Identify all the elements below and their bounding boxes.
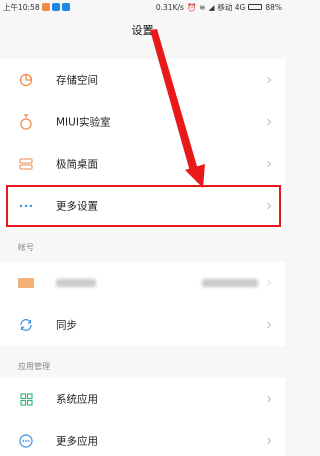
sync-icon [18,317,34,333]
settings-item-more-apps[interactable]: 更多应用 [0,420,285,456]
settings-item-system-apps[interactable]: 系统应用 [0,378,285,420]
notification-icon [41,3,50,11]
chevron-right-icon [265,118,273,126]
status-time: 上午10:58 [3,2,40,12]
battery-icon [248,4,263,10]
annotation-highlight-box [6,185,281,227]
signal-icon: ◢ [208,2,215,12]
status-right: 0.31K/s ⏰ ≋ ◢ 移动 4G 88% [156,2,282,13]
wifi-icon: ≋ [199,2,206,12]
account-item[interactable] [0,262,285,304]
chevron-right-icon [265,160,273,168]
system-apps-icon [18,391,34,407]
section-header-account: 帐号 [0,236,285,258]
chevron-right-icon [265,437,273,445]
status-bar: 上午10:58 0.31K/s ⏰ ≋ ◢ 移动 4G 88% [0,0,285,14]
more-apps-icon [18,433,34,449]
notification-icon [61,3,70,11]
carrier-label: 移动 4G [217,2,246,12]
settings-item-storage[interactable]: 存储空间 [0,59,285,101]
page-title: 设置 [131,24,154,37]
chevron-right-icon [265,76,273,84]
chevron-right-icon [265,395,273,403]
battery-percent: 88% [265,2,282,12]
settings-item-label: MIUI实验室 [56,116,111,129]
settings-item-label: 存储空间 [56,74,98,87]
alarm-icon: ⏰ [186,2,197,12]
section-header-apps: 应用管理 [0,355,285,377]
lab-flask-icon [18,114,34,130]
account-avatar-icon [18,275,34,291]
net-speed: 0.31K/s [155,2,184,12]
chevron-right-icon [265,279,273,287]
section-title: 帐号 [18,242,34,252]
notification-icon [51,3,60,11]
simple-desktop-icon [18,156,34,172]
status-left: 上午10:58 [3,2,70,13]
settings-item-miui-lab[interactable]: MIUI实验室 [0,101,285,143]
page-header: 设置 [0,14,285,46]
settings-item-label: 更多应用 [56,435,98,448]
redacted-account-id [202,279,258,287]
settings-item-label: 系统应用 [56,393,98,406]
storage-icon [18,72,34,88]
chevron-right-icon [265,321,273,329]
settings-item-simple-desktop[interactable]: 极简桌面 [0,143,285,185]
redacted-account-name [56,279,96,287]
settings-item-sync[interactable]: 同步 [0,304,285,346]
settings-item-label: 极简桌面 [56,158,98,171]
settings-item-label: 同步 [56,319,77,332]
section-title: 应用管理 [18,361,50,371]
